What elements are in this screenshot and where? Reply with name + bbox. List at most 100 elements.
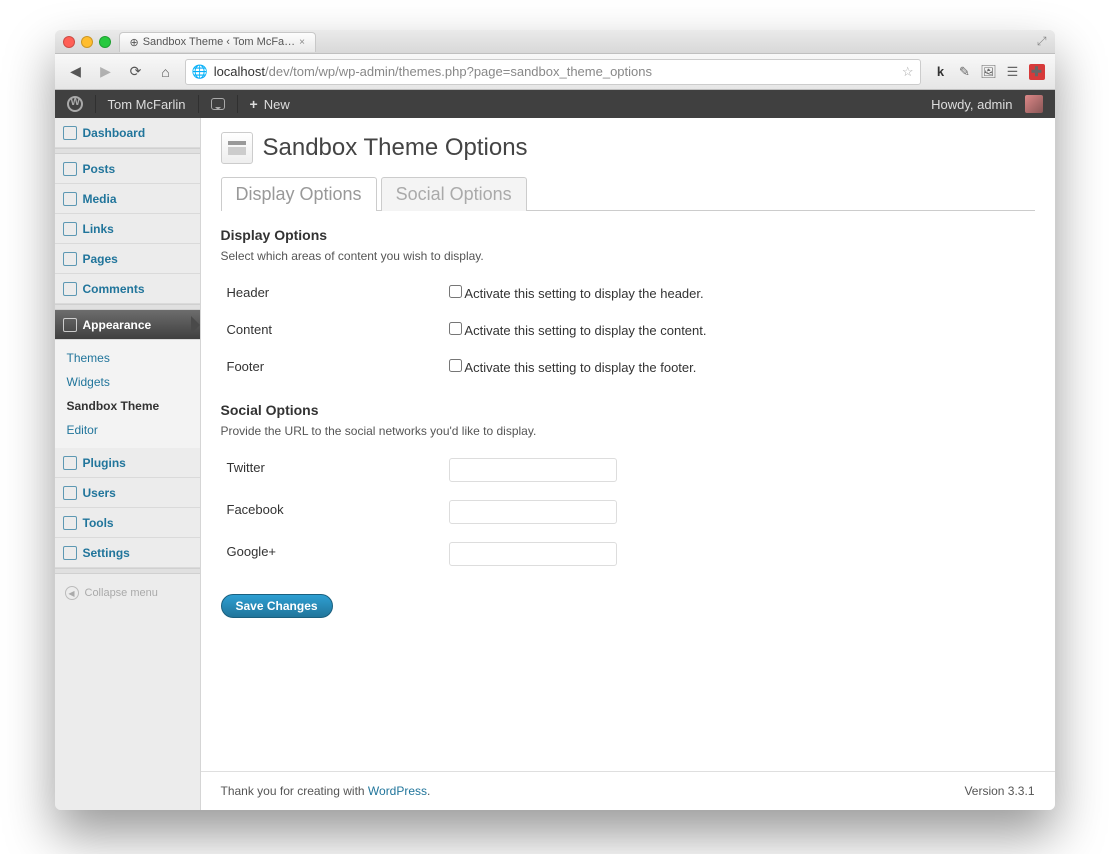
- sidebar-item-links[interactable]: Links: [55, 214, 200, 244]
- thanks-suffix: .: [427, 784, 430, 798]
- howdy-text: Howdy, admin: [931, 97, 1012, 112]
- wp-logo-menu[interactable]: [55, 90, 95, 118]
- browser-tab[interactable]: ⊕ Sandbox Theme ‹ Tom McFa… ×: [119, 32, 317, 52]
- media-icon: [63, 192, 77, 206]
- url-host: localhost: [214, 64, 265, 79]
- tab-social-options[interactable]: Social Options: [381, 177, 527, 211]
- sidebar-item-settings[interactable]: Settings: [55, 538, 200, 568]
- sidebar-item-label: Settings: [83, 546, 130, 560]
- plus-icon: +: [250, 96, 258, 112]
- mac-titlebar: ⊕ Sandbox Theme ‹ Tom McFa… × ⤢: [55, 30, 1055, 54]
- dashboard-icon: [63, 126, 77, 140]
- sidebar-item-comments[interactable]: Comments: [55, 274, 200, 304]
- sidebar-item-label: Comments: [83, 282, 145, 296]
- collapse-menu[interactable]: ◀Collapse menu: [55, 580, 200, 606]
- setting-checkbox-label[interactable]: Activate this setting to display the hea…: [449, 286, 704, 301]
- submenu-widgets[interactable]: Widgets: [55, 370, 200, 394]
- page-icon: [63, 252, 77, 266]
- browser-tabs: ⊕ Sandbox Theme ‹ Tom McFa… ×: [119, 32, 317, 52]
- facebook-input[interactable]: [449, 500, 617, 524]
- reload-button[interactable]: ⟳: [125, 61, 147, 83]
- social-options-desc: Provide the URL to the social networks y…: [221, 424, 1035, 438]
- tab-display-options[interactable]: Display Options: [221, 177, 377, 211]
- fullscreen-icon[interactable]: ⤢: [1037, 34, 1047, 49]
- setting-checkbox-label[interactable]: Activate this setting to display the con…: [449, 323, 707, 338]
- sidebar-item-media[interactable]: Media: [55, 184, 200, 214]
- header-checkbox[interactable]: [449, 285, 462, 298]
- setting-text: Activate this setting to display the hea…: [464, 286, 703, 301]
- extension-stack-icon[interactable]: ☰: [1005, 64, 1021, 80]
- page-title-row: Sandbox Theme Options: [221, 132, 1035, 164]
- content-checkbox[interactable]: [449, 322, 462, 335]
- tab-title: Sandbox Theme ‹ Tom McFa…: [143, 36, 295, 48]
- google-plus-input[interactable]: [449, 542, 617, 566]
- setting-row-header: Header Activate this setting to display …: [223, 275, 1033, 310]
- footer-version: Version 3.3.1: [964, 784, 1034, 798]
- submenu-themes[interactable]: Themes: [55, 346, 200, 370]
- sidebar-item-pages[interactable]: Pages: [55, 244, 200, 274]
- sidebar-item-label: Pages: [83, 252, 118, 266]
- twitter-input[interactable]: [449, 458, 617, 482]
- submenu-editor[interactable]: Editor: [55, 418, 200, 442]
- forward-button[interactable]: ▶: [95, 61, 117, 83]
- extension-k-icon[interactable]: k: [933, 64, 949, 80]
- address-bar[interactable]: 🌐 localhost/dev/tom/wp/wp-admin/themes.p…: [185, 59, 921, 85]
- nav-tabs: Display Options Social Options: [221, 176, 1035, 211]
- setting-checkbox-label[interactable]: Activate this setting to display the foo…: [449, 360, 697, 375]
- submenu-sandbox-theme[interactable]: Sandbox Theme: [55, 394, 200, 418]
- extension-picker-icon[interactable]: ✎: [957, 64, 973, 80]
- sidebar-item-tools[interactable]: Tools: [55, 508, 200, 538]
- social-options-heading: Social Options: [221, 402, 1035, 418]
- account-menu[interactable]: Howdy, admin: [919, 95, 1054, 113]
- setting-row-google-plus: Google+: [223, 534, 1033, 574]
- globe-icon: 🌐: [192, 64, 208, 80]
- footer-checkbox[interactable]: [449, 359, 462, 372]
- zoom-window-icon[interactable]: [99, 36, 111, 48]
- sidebar-item-label: Posts: [83, 162, 116, 176]
- setting-label: Google+: [223, 534, 443, 574]
- sidebar-item-dashboard[interactable]: Dashboard: [55, 118, 200, 148]
- sidebar-item-plugins[interactable]: Plugins: [55, 448, 200, 478]
- sidebar-item-posts[interactable]: Posts: [55, 154, 200, 184]
- comments-menu[interactable]: [199, 90, 237, 118]
- save-changes-button[interactable]: Save Changes: [221, 594, 333, 618]
- wordpress-logo-icon: [67, 96, 83, 112]
- setting-label: Facebook: [223, 492, 443, 532]
- sidebar-item-label: Links: [83, 222, 114, 236]
- site-name-menu[interactable]: Tom McFarlin: [96, 90, 198, 118]
- wp-body: Dashboard Posts Media Links Pages Commen…: [55, 118, 1055, 810]
- close-window-icon[interactable]: [63, 36, 75, 48]
- theme-options-icon: [221, 132, 253, 164]
- admin-sidebar: Dashboard Posts Media Links Pages Commen…: [55, 118, 201, 810]
- appearance-submenu: Themes Widgets Sandbox Theme Editor: [55, 340, 200, 448]
- setting-label: Footer: [223, 349, 443, 384]
- setting-text: Activate this setting to display the foo…: [464, 360, 696, 375]
- extension-icons: k ✎ 🖼 ☰ ✚: [929, 64, 1045, 80]
- extension-image-icon[interactable]: 🖼: [981, 64, 997, 80]
- new-content-menu[interactable]: + New: [238, 90, 302, 118]
- admin-footer: Thank you for creating with WordPress. V…: [201, 771, 1055, 810]
- tools-icon: [63, 516, 77, 530]
- close-tab-icon[interactable]: ×: [299, 37, 305, 48]
- setting-row-facebook: Facebook: [223, 492, 1033, 532]
- sidebar-item-appearance[interactable]: Appearance: [55, 310, 200, 340]
- settings-icon: [63, 546, 77, 560]
- browser-toolbar: ◀ ▶ ⟳ ⌂ 🌐 localhost/dev/tom/wp/wp-admin/…: [55, 54, 1055, 90]
- display-options-heading: Display Options: [221, 227, 1035, 243]
- link-icon: [63, 222, 77, 236]
- content-area: Sandbox Theme Options Display Options So…: [201, 118, 1055, 810]
- extension-shield-icon[interactable]: ✚: [1029, 64, 1045, 80]
- back-button[interactable]: ◀: [65, 61, 87, 83]
- sidebar-item-users[interactable]: Users: [55, 478, 200, 508]
- wordpress-link[interactable]: WordPress: [368, 784, 427, 798]
- tab-favicon: ⊕: [130, 36, 139, 49]
- collapse-label: Collapse menu: [85, 587, 158, 599]
- new-label: New: [264, 97, 290, 112]
- home-button[interactable]: ⌂: [155, 61, 177, 83]
- setting-row-content: Content Activate this setting to display…: [223, 312, 1033, 347]
- url-path: /dev/tom/wp/wp-admin/themes.php?page=san…: [265, 64, 652, 79]
- sidebar-item-label: Dashboard: [83, 126, 146, 140]
- bookmark-star-icon[interactable]: ☆: [902, 64, 914, 80]
- sidebar-item-label: Media: [83, 192, 117, 206]
- minimize-window-icon[interactable]: [81, 36, 93, 48]
